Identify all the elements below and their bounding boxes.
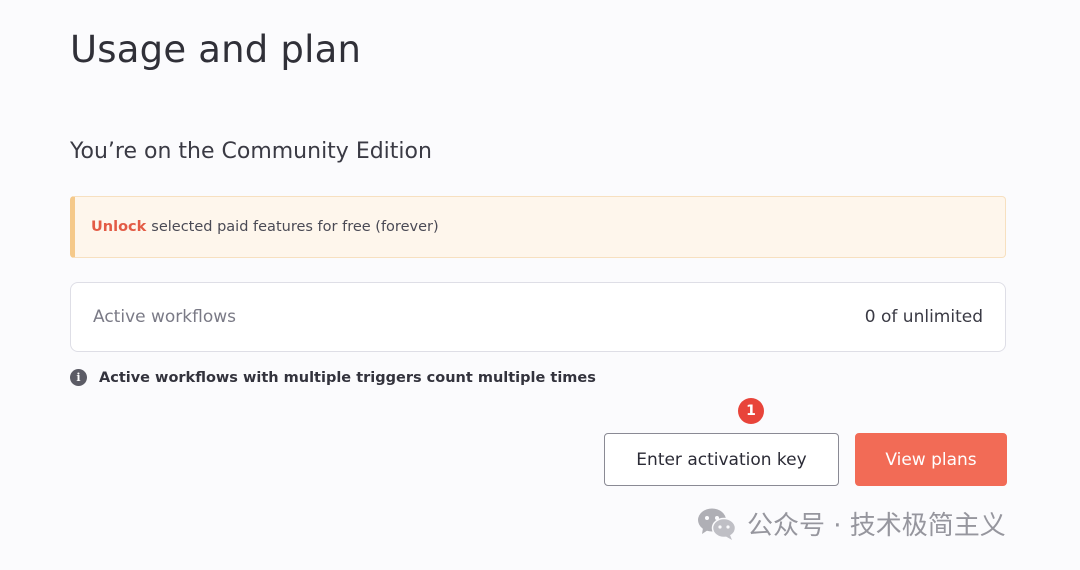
watermark-text: 公众号 · 技术极简主义 — [747, 511, 1006, 541]
annotation-badge: 1 — [738, 398, 764, 424]
enter-activation-key-button[interactable]: Enter activation key — [604, 433, 839, 486]
info-icon: i — [70, 369, 87, 386]
edition-title: You’re on the Community Edition — [70, 139, 432, 164]
usage-label: Active workflows — [93, 307, 236, 327]
active-workflows-card: Active workflows 0 of unlimited — [70, 282, 1006, 352]
usage-value: 0 of unlimited — [864, 307, 983, 327]
callout-text: selected paid features for free (forever… — [151, 219, 439, 235]
info-note-text: Active workflows with multiple triggers … — [99, 369, 596, 386]
page-title: Usage and plan — [70, 28, 362, 71]
unlock-link[interactable]: Unlock — [91, 219, 146, 235]
view-plans-button[interactable]: View plans — [855, 433, 1007, 486]
unlock-callout: Unlock selected paid features for free (… — [70, 196, 1006, 258]
info-note: i Active workflows with multiple trigger… — [70, 369, 596, 386]
wechat-icon — [698, 508, 737, 540]
watermark: 公众号 · 技术极简主义 — [697, 505, 1006, 542]
